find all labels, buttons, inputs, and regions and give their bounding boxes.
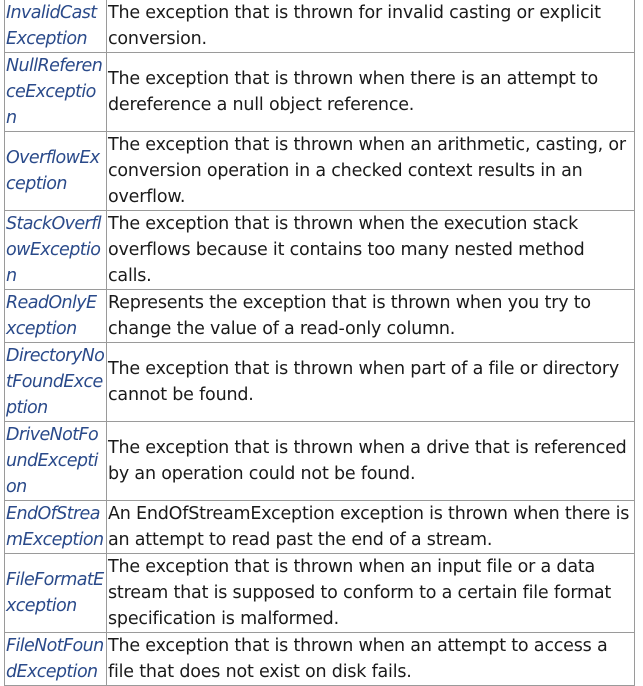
table-row: DriveNotFoundException The exception tha… [4,421,635,501]
table-row: ReadOnlyException Represents the excepti… [4,289,635,343]
exception-name: InvalidCastException [4,0,107,53]
exception-description: The exception that is thrown when an ari… [106,131,635,211]
exception-description: The exception that is thrown when an inp… [106,553,635,633]
table-row: NullReferenceException The exception tha… [4,52,635,132]
exception-name: EndOfStreamException [4,500,107,554]
exception-table: InvalidCastException The exception that … [4,0,635,686]
exception-name: DriveNotFoundException [4,421,107,501]
exception-description: The exception that is thrown when part o… [106,342,635,422]
table-row: FileFormatException The exception that i… [4,553,635,633]
exception-table-body: InvalidCastException The exception that … [4,0,635,686]
exception-name: FileFormatException [4,553,107,633]
table-row: FileNotFoundException The exception that… [4,632,635,686]
exception-description: An EndOfStreamException exception is thr… [106,500,635,554]
exception-name: OverflowException [4,131,107,211]
table-row: EndOfStreamException An EndOfStreamExcep… [4,500,635,554]
exception-name: FileNotFoundException [4,632,107,686]
exception-description: The exception that is thrown when the ex… [106,210,635,290]
exception-description: The exception that is thrown when there … [106,52,635,132]
exception-name: StackOverflowException [4,210,107,290]
exception-name: DirectoryNotFoundException [4,342,107,422]
table-row: DirectoryNotFoundException The exception… [4,342,635,422]
exception-name: ReadOnlyException [4,289,107,343]
table-row: OverflowException The exception that is … [4,131,635,211]
exception-description: Represents the exception that is thrown … [106,289,635,343]
exception-description: The exception that is thrown for invalid… [106,0,635,53]
exception-description: The exception that is thrown when a driv… [106,421,635,501]
exception-description: The exception that is thrown when an att… [106,632,635,686]
exception-name: NullReferenceException [4,52,107,132]
table-row: InvalidCastException The exception that … [4,0,635,53]
table-row: StackOverflowException The exception tha… [4,210,635,290]
